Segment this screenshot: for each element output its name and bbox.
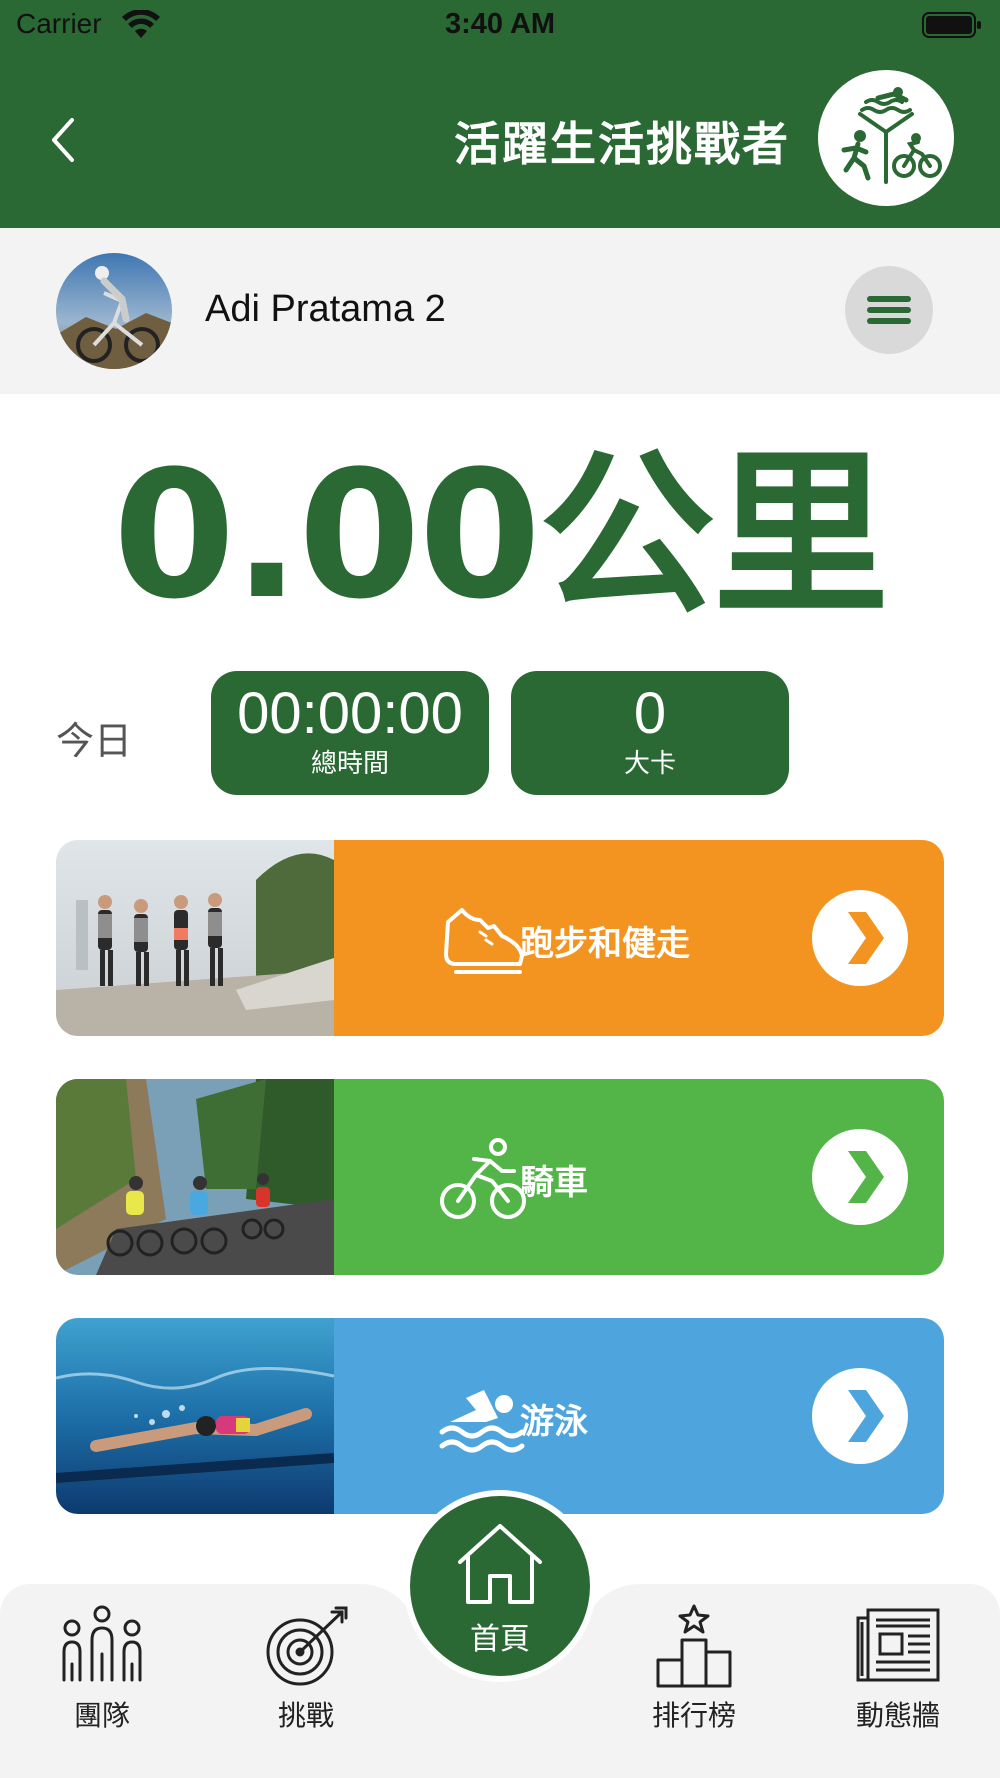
go-button[interactable] — [812, 1368, 908, 1464]
back-chevron-icon[interactable] — [40, 112, 90, 168]
chevron-right-icon — [848, 1390, 884, 1442]
status-time: 3:40 AM — [444, 8, 556, 40]
status-bar: Carrier 3:40 AM — [0, 0, 1000, 52]
app-header: Carrier 3:40 AM 活躍生活挑戰者 — [0, 0, 1000, 228]
total-time-label: 總時間 — [310, 749, 389, 779]
cycling-photo — [56, 1079, 334, 1275]
calories-label: 大卡 — [623, 749, 676, 779]
go-button[interactable] — [812, 890, 908, 986]
newspaper-icon — [856, 1608, 940, 1682]
running-shoe-icon — [444, 908, 524, 974]
nav-team[interactable]: 團隊 — [22, 1604, 182, 1764]
menu-line — [867, 318, 911, 324]
user-profile-row: Adi Pratama 2 — [0, 228, 1000, 394]
today-label: 今日 — [56, 719, 133, 763]
go-button[interactable] — [812, 1129, 908, 1225]
calories-value: 0 — [633, 681, 667, 746]
user-name: Adi Pratama 2 — [205, 288, 446, 330]
nav-leaderboard[interactable]: 排行榜 — [614, 1604, 774, 1764]
distance-unit: 公里 — [539, 433, 889, 638]
total-time-box: 00:00:00 總時間 — [211, 671, 489, 795]
total-distance: 0.00公里 — [0, 448, 1000, 624]
home-button-circle: 首頁 — [410, 1496, 590, 1676]
activity-label: 跑步和健走 — [520, 924, 690, 964]
nav-leaderboard-label: 排行榜 — [651, 1699, 736, 1732]
menu-button[interactable] — [845, 266, 933, 354]
running-photo — [56, 840, 334, 1036]
nav-team-label: 團隊 — [73, 1699, 130, 1732]
swimmer-icon — [439, 1390, 525, 1453]
calories-box: 0 大卡 — [511, 671, 789, 795]
triathlon-logo — [818, 70, 954, 206]
battery-icon — [922, 12, 981, 38]
chevron-right-icon — [848, 912, 884, 964]
menu-line — [867, 296, 911, 302]
page-title: 活躍生活挑戰者 — [454, 117, 790, 171]
team-icon — [62, 1605, 142, 1682]
target-icon — [266, 1606, 348, 1686]
nav-challenge[interactable]: 挑戰 — [226, 1604, 386, 1764]
nav-challenge-label: 挑戰 — [277, 1699, 334, 1732]
activity-card-cycling[interactable]: 騎車 — [56, 1079, 944, 1275]
menu-line — [867, 307, 911, 313]
activity-card-swimming[interactable]: 游泳 — [56, 1318, 944, 1514]
avatar[interactable] — [56, 253, 172, 369]
chevron-right-icon — [848, 1151, 884, 1203]
total-time-value: 00:00:00 — [237, 681, 463, 746]
nav-home[interactable]: 首頁 — [404, 1490, 596, 1682]
nav-news-feed-label: 動態牆 — [855, 1699, 940, 1732]
nav-news-feed[interactable]: 動態牆 — [818, 1604, 978, 1764]
activity-label: 游泳 — [520, 1402, 588, 1442]
activity-card-running[interactable]: 跑步和健走 — [56, 840, 944, 1036]
podium-icon — [656, 1604, 732, 1688]
distance-value: 0.00 — [112, 433, 541, 638]
nav-home-label: 首頁 — [470, 1622, 530, 1657]
swimming-photo — [56, 1318, 334, 1514]
activity-label: 騎車 — [520, 1163, 588, 1203]
cyclist-icon — [440, 1138, 526, 1219]
triathlon-icon — [841, 87, 942, 184]
